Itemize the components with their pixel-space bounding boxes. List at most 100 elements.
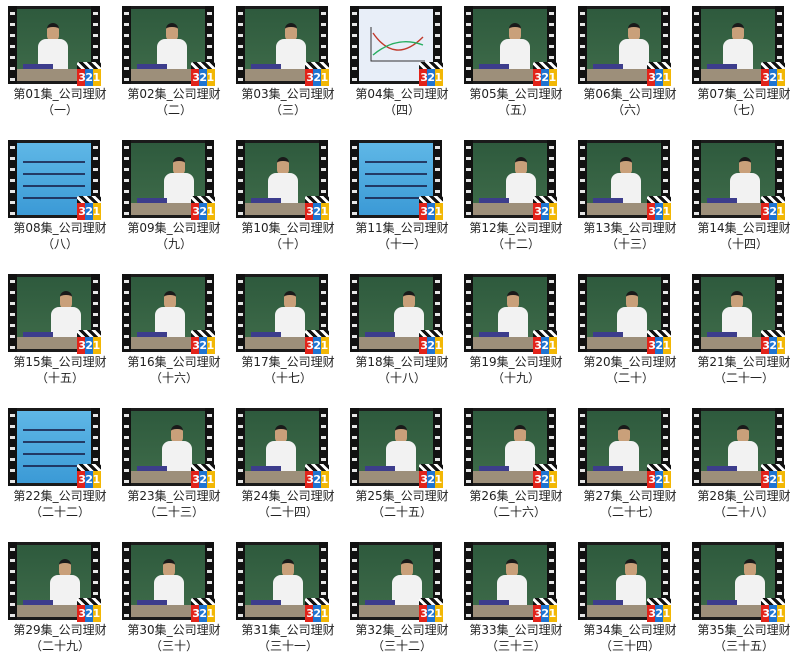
video-file-item[interactable]: 321 第14集_公司理财 （十四） xyxy=(688,140,790,264)
video-file-item[interactable]: 321 第15集_公司理财 （十五） xyxy=(4,274,116,398)
file-name-label[interactable]: 第31集_公司理财 （三十一） xyxy=(232,622,344,654)
file-name-label[interactable]: 第04集_公司理财 （四） xyxy=(346,86,458,118)
file-name-label[interactable]: 第06集_公司理财 （六） xyxy=(574,86,686,118)
lecture-caption-bar xyxy=(479,332,509,337)
video-file-item[interactable]: 321 第03集_公司理财 （三） xyxy=(232,6,344,130)
file-name-label[interactable]: 第20集_公司理财 （二十） xyxy=(574,354,686,386)
file-name-label[interactable]: 第34集_公司理财 （三十四） xyxy=(574,622,686,654)
file-name-label[interactable]: 第08集_公司理财 （八） xyxy=(4,220,116,252)
clapperboard-top xyxy=(77,196,101,203)
video-file-item[interactable]: 321 第11集_公司理财 （十一） xyxy=(346,140,458,264)
clapperboard-top xyxy=(647,196,671,203)
lecture-caption-bar xyxy=(593,600,623,605)
episode-number: （十九） xyxy=(491,371,540,385)
video-file-item[interactable]: 321 第34集_公司理财 （三十四） xyxy=(574,542,686,666)
video-file-item[interactable]: 321 第19集_公司理财 （十九） xyxy=(460,274,572,398)
episode-title: 第25集_公司理财 xyxy=(355,489,449,503)
episode-title: 第32集_公司理财 xyxy=(355,623,449,637)
video-file-item[interactable]: 321 第12集_公司理财 （十二） xyxy=(460,140,572,264)
video-file-item[interactable]: 321 第30集_公司理财 （三十） xyxy=(118,542,230,666)
video-file-item[interactable]: 321 第32集_公司理财 （三十二） xyxy=(346,542,458,666)
episode-number: （三十三） xyxy=(485,639,546,653)
file-name-label[interactable]: 第25集_公司理财 （二十五） xyxy=(346,488,458,520)
video-file-item[interactable]: 321 第21集_公司理财 （二十一） xyxy=(688,274,790,398)
file-name-label[interactable]: 第29集_公司理财 （二十九） xyxy=(4,622,116,654)
file-name-label[interactable]: 第30集_公司理财 （三十） xyxy=(118,622,230,654)
media-player-clapper-icon: 321 xyxy=(191,598,215,622)
episode-title: 第19集_公司理财 xyxy=(469,355,563,369)
media-player-clapper-icon: 321 xyxy=(647,330,671,354)
episode-number: （四） xyxy=(383,103,420,117)
video-file-item[interactable]: 321 第13集_公司理财 （十三） xyxy=(574,140,686,264)
file-name-label[interactable]: 第02集_公司理财 （二） xyxy=(118,86,230,118)
file-name-label[interactable]: 第15集_公司理财 （十五） xyxy=(4,354,116,386)
video-file-item[interactable]: 321 第26集_公司理财 （二十六） xyxy=(460,408,572,532)
file-name-label[interactable]: 第18集_公司理财 （十八） xyxy=(346,354,458,386)
lecture-caption-bar xyxy=(365,466,395,471)
file-name-label[interactable]: 第17集_公司理财 （十七） xyxy=(232,354,344,386)
file-name-label[interactable]: 第12集_公司理财 （十二） xyxy=(460,220,572,252)
file-name-label[interactable]: 第21集_公司理财 （二十一） xyxy=(688,354,790,386)
film-strip-left xyxy=(8,542,17,620)
video-file-item[interactable]: 321 第35集_公司理财 （三十五） xyxy=(688,542,790,666)
film-strip-left xyxy=(350,140,359,218)
video-file-item[interactable]: 321 第22集_公司理财 （二十二） xyxy=(4,408,116,532)
film-strip-left xyxy=(236,408,245,486)
video-file-item[interactable]: 321 第05集_公司理财 （五） xyxy=(460,6,572,130)
video-file-item[interactable]: 321 第17集_公司理财 （十七） xyxy=(232,274,344,398)
video-file-item[interactable]: 321 第25集_公司理财 （二十五） xyxy=(346,408,458,532)
file-name-label[interactable]: 第26集_公司理财 （二十六） xyxy=(460,488,572,520)
clapperboard-top xyxy=(647,598,671,605)
file-name-label[interactable]: 第27集_公司理财 （二十七） xyxy=(574,488,686,520)
lecture-caption-bar xyxy=(23,64,53,69)
file-name-label[interactable]: 第07集_公司理财 （七） xyxy=(688,86,790,118)
file-name-label[interactable]: 第33集_公司理财 （三十三） xyxy=(460,622,572,654)
file-name-label[interactable]: 第14集_公司理财 （十四） xyxy=(688,220,790,252)
clapperboard-top xyxy=(647,62,671,69)
file-name-label[interactable]: 第16集_公司理财 （十六） xyxy=(118,354,230,386)
file-name-label[interactable]: 第23集_公司理财 （二十三） xyxy=(118,488,230,520)
file-name-label[interactable]: 第05集_公司理财 （五） xyxy=(460,86,572,118)
video-file-item[interactable]: 321 第08集_公司理财 （八） xyxy=(4,140,116,264)
clapperboard-top xyxy=(191,196,215,203)
file-name-label[interactable]: 第19集_公司理财 （十九） xyxy=(460,354,572,386)
film-strip-left xyxy=(122,140,131,218)
file-name-label[interactable]: 第09集_公司理财 （九） xyxy=(118,220,230,252)
video-file-item[interactable]: 321 第09集_公司理财 （九） xyxy=(118,140,230,264)
file-name-label[interactable]: 第22集_公司理财 （二十二） xyxy=(4,488,116,520)
video-file-item[interactable]: 321 第33集_公司理财 （三十三） xyxy=(460,542,572,666)
film-strip-left xyxy=(692,140,701,218)
file-name-label[interactable]: 第11集_公司理财 （十一） xyxy=(346,220,458,252)
file-name-label[interactable]: 第10集_公司理财 （十） xyxy=(232,220,344,252)
video-file-item[interactable]: 321 第10集_公司理财 （十） xyxy=(232,140,344,264)
file-name-label[interactable]: 第32集_公司理财 （三十二） xyxy=(346,622,458,654)
video-file-item[interactable]: 321 第02集_公司理财 （二） xyxy=(118,6,230,130)
video-file-item[interactable]: 321 第20集_公司理财 （二十） xyxy=(574,274,686,398)
video-file-item[interactable]: 321 第24集_公司理财 （二十四） xyxy=(232,408,344,532)
lecture-caption-bar xyxy=(707,466,737,471)
file-name-label[interactable]: 第03集_公司理财 （三） xyxy=(232,86,344,118)
clapperboard-top xyxy=(647,330,671,337)
file-name-label[interactable]: 第28集_公司理财 （二十八） xyxy=(688,488,790,520)
media-player-clapper-icon: 321 xyxy=(77,62,101,86)
media-player-clapper-icon: 321 xyxy=(305,196,329,220)
file-name-label[interactable]: 第35集_公司理财 （三十五） xyxy=(688,622,790,654)
video-file-item[interactable]: 321 第23集_公司理财 （二十三） xyxy=(118,408,230,532)
video-file-item[interactable]: 321 第04集_公司理财 （四） xyxy=(346,6,458,130)
file-name-label[interactable]: 第13集_公司理财 （十三） xyxy=(574,220,686,252)
file-name-label[interactable]: 第24集_公司理财 （二十四） xyxy=(232,488,344,520)
video-file-item[interactable]: 321 第06集_公司理财 （六） xyxy=(574,6,686,130)
video-file-item[interactable]: 321 第28集_公司理财 （二十八） xyxy=(688,408,790,532)
badge-number: 321 xyxy=(191,203,215,220)
episode-title: 第34集_公司理财 xyxy=(583,623,677,637)
video-file-item[interactable]: 321 第29集_公司理财 （二十九） xyxy=(4,542,116,666)
badge-number: 321 xyxy=(77,605,101,622)
video-file-item[interactable]: 321 第27集_公司理财 （二十七） xyxy=(574,408,686,532)
clapperboard-top xyxy=(77,62,101,69)
file-name-label[interactable]: 第01集_公司理财 （一） xyxy=(4,86,116,118)
video-file-item[interactable]: 321 第01集_公司理财 （一） xyxy=(4,6,116,130)
video-file-item[interactable]: 321 第31集_公司理财 （三十一） xyxy=(232,542,344,666)
video-file-item[interactable]: 321 第07集_公司理财 （七） xyxy=(688,6,790,130)
video-file-item[interactable]: 321 第18集_公司理财 （十八） xyxy=(346,274,458,398)
video-file-item[interactable]: 321 第16集_公司理财 （十六） xyxy=(118,274,230,398)
